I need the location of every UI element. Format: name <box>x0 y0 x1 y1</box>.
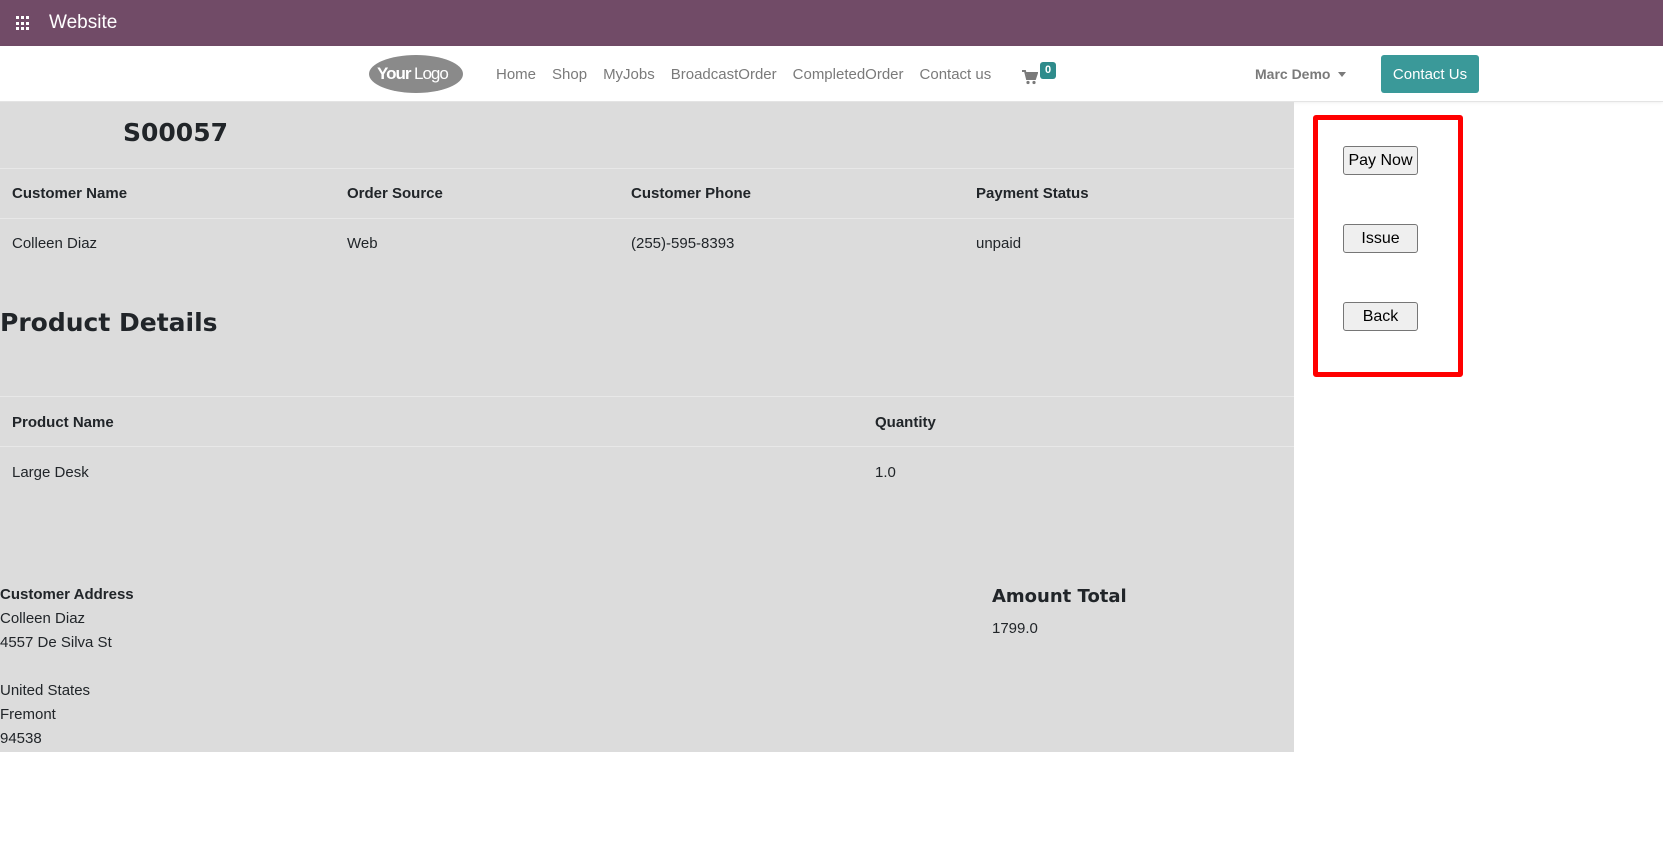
cart-link[interactable]: 0 <box>1022 62 1062 86</box>
order-detail-panel: S00057 Customer Name Order Source Custom… <box>0 102 1294 752</box>
header-customer-name: Customer Name <box>12 185 128 202</box>
product-quantity-value: 1.0 <box>875 464 896 481</box>
amount-total-value: 1799.0 <box>992 620 1038 637</box>
user-menu[interactable]: Marc Demo <box>1255 66 1347 82</box>
action-buttons-highlight: Pay Now Issue Back <box>1313 115 1463 377</box>
header-customer-phone: Customer Phone <box>631 185 752 202</box>
customer-name-value: Colleen Diaz <box>12 235 98 252</box>
table-divider <box>0 218 1294 219</box>
table-divider <box>0 446 1294 447</box>
top-bar: Website <box>0 0 1663 46</box>
apps-grid-icon[interactable] <box>16 16 31 31</box>
header-product-name: Product Name <box>12 414 114 431</box>
logo-text-your: Your <box>377 64 412 83</box>
order-source-value: Web <box>347 235 378 252</box>
table-divider <box>0 396 1294 397</box>
pay-now-button[interactable]: Pay Now <box>1343 146 1418 175</box>
nav-link-home[interactable]: Home <box>496 66 536 83</box>
nav-link-contact-us[interactable]: Contact us <box>920 66 992 83</box>
caret-down-icon <box>1338 71 1347 77</box>
header-quantity: Quantity <box>875 414 936 431</box>
nav-link-broadcast-order[interactable]: BroadcastOrder <box>671 66 777 83</box>
order-number: S00057 <box>123 118 228 147</box>
address-line: Colleen Diaz <box>0 610 86 627</box>
amount-total-label: Amount Total <box>992 586 1127 607</box>
shopping-cart-icon <box>1022 70 1038 85</box>
nav-links: Home Shop MyJobs BroadcastOrder Complete… <box>496 66 1007 83</box>
product-name-value: Large Desk <box>12 464 89 481</box>
customer-phone-value: (255)-595-8393 <box>631 235 735 252</box>
address-line: Fremont <box>0 706 56 723</box>
issue-button[interactable]: Issue <box>1343 224 1418 253</box>
address-line: 4557 De Silva St <box>0 634 112 651</box>
nav-link-shop[interactable]: Shop <box>552 66 587 83</box>
nav-link-myjobs[interactable]: MyJobs <box>603 66 655 83</box>
address-line: 94538 <box>0 730 42 747</box>
back-button[interactable]: Back <box>1343 302 1418 331</box>
nav-link-completed-order[interactable]: CompletedOrder <box>793 66 904 83</box>
header-payment-status: Payment Status <box>976 185 1089 202</box>
header-order-source: Order Source <box>347 185 443 202</box>
logo-text-logo: Logo <box>414 64 448 83</box>
address-line: United States <box>0 682 91 699</box>
contact-us-button[interactable]: Contact Us <box>1381 55 1479 93</box>
table-divider <box>0 168 1294 169</box>
website-navbar: Your Logo Home Shop MyJobs BroadcastOrde… <box>0 46 1663 102</box>
payment-status-value: unpaid <box>976 235 1022 252</box>
company-logo[interactable]: Your Logo <box>368 54 465 94</box>
user-name: Marc Demo <box>1255 66 1331 82</box>
app-title[interactable]: Website <box>49 12 117 34</box>
product-details-heading: Product Details <box>0 308 218 337</box>
customer-address-label: Customer Address <box>0 586 134 603</box>
cart-count-badge: 0 <box>1040 62 1056 79</box>
